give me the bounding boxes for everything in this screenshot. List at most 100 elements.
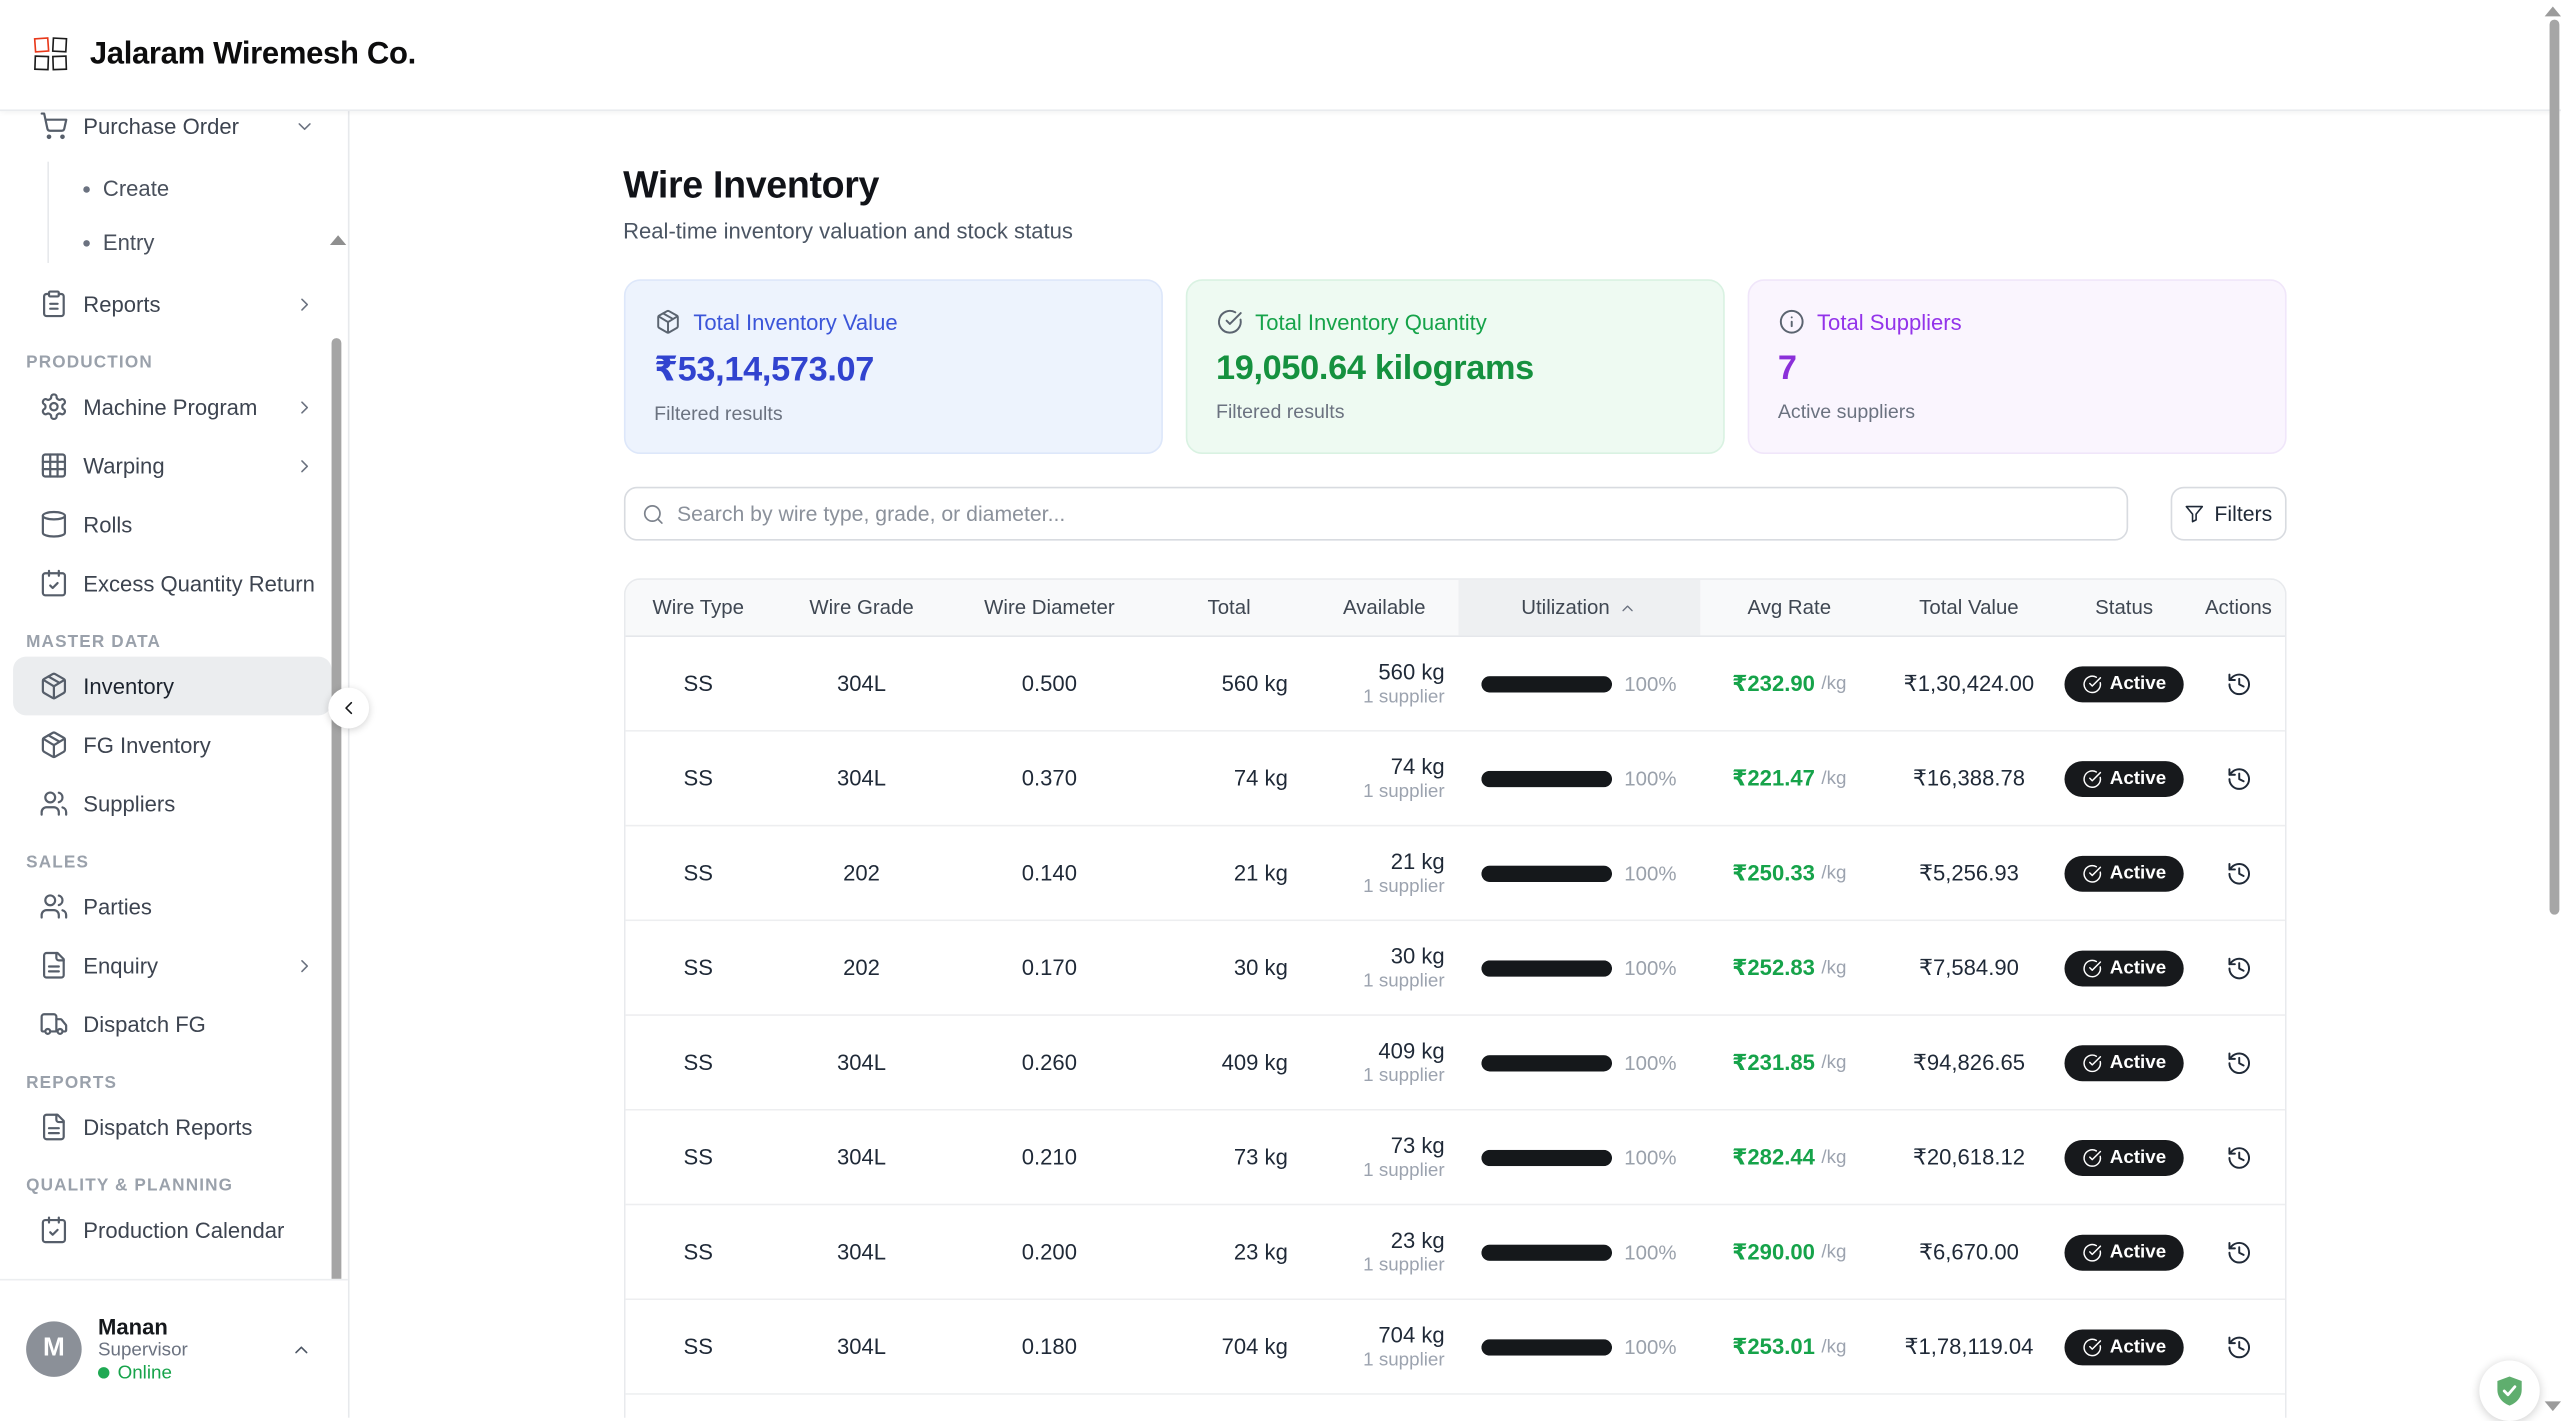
cell-avg-rate: ₹290.00 /kg: [1699, 1239, 1879, 1265]
filters-button[interactable]: Filters: [2170, 487, 2286, 541]
cell-total-value: ₹5,256.93: [1879, 860, 2059, 886]
avg-rate-unit: /kg: [1821, 1147, 1846, 1167]
available-qty: 73 kg: [1391, 1134, 1445, 1158]
history-icon[interactable]: [2225, 955, 2251, 981]
table-row[interactable]: SS 304L 0.180 704 kg 704 kg 1 supplier 1…: [625, 1300, 2284, 1395]
table-row[interactable]: SS 304L 0.200 23 kg 23 kg 1 supplier 100…: [625, 1205, 2284, 1300]
page-scroll-up-arrow[interactable]: [2545, 7, 2561, 17]
cell-wire-diameter: 0.500: [951, 671, 1147, 695]
utilization-bar: [1481, 675, 1612, 691]
table-row[interactable]: SS 304L 0.500 560 kg 560 kg 1 supplier 1…: [625, 637, 2284, 732]
bullet-icon: [83, 239, 90, 246]
sidebar-item-machine-program[interactable]: Machine Program: [13, 377, 331, 436]
sidebar-scrollbar[interactable]: [332, 338, 342, 1369]
sidebar-subitem-entry[interactable]: Entry: [0, 216, 348, 270]
column-header-status[interactable]: Status: [2059, 580, 2190, 636]
sidebar-scroll-up-arrow[interactable]: [330, 235, 346, 245]
sidebar-item-rolls[interactable]: Rolls: [13, 495, 331, 554]
column-header-available[interactable]: Available: [1311, 580, 1458, 636]
user-status: Online: [98, 1362, 291, 1385]
table-header-row: Wire Type Wire Grade Wire DiameterTotalAva…: [625, 580, 2284, 637]
sidebar-item-reports[interactable]: Reports: [13, 274, 331, 333]
history-icon[interactable]: [2225, 670, 2251, 696]
available-qty: 74 kg: [1391, 755, 1445, 779]
history-icon[interactable]: [2225, 1144, 2251, 1170]
history-icon[interactable]: [2225, 1239, 2251, 1265]
sidebar-item-label: Excess Quantity Return: [83, 571, 315, 595]
sidebar-item-parties[interactable]: Parties: [13, 877, 331, 936]
column-header-total[interactable]: Total: [1147, 580, 1310, 636]
cell-utilization: 100%: [1458, 672, 1700, 695]
online-dot-icon: [98, 1368, 109, 1379]
sidebar-item-excess-quantity-return[interactable]: Excess Quantity Return: [13, 554, 331, 613]
sidebar-item-fg-inventory[interactable]: FG Inventory: [13, 715, 331, 774]
history-icon[interactable]: [2225, 765, 2251, 791]
avg-rate-value: ₹221.47: [1732, 765, 1815, 791]
sidebar-item-inventory[interactable]: Inventory: [13, 657, 331, 716]
status-label: Active: [2110, 1242, 2166, 1262]
check-circle-icon: [2082, 863, 2102, 883]
history-icon[interactable]: [2225, 1334, 2251, 1360]
calendar-check-icon: [39, 1215, 68, 1244]
sidebar-item-enquiry[interactable]: Enquiry: [13, 936, 331, 995]
user-profile[interactable]: M Manan Supervisor Online: [0, 1279, 348, 1418]
column-label: Total Value: [1919, 596, 2019, 619]
sidebar-item-production-calendar[interactable]: Production Calendar: [13, 1200, 331, 1259]
column-header-wire-type[interactable]: Wire Type: [625, 580, 772, 636]
sidebar: Purchase OrderCreateEntryReportsPRODUCTI…: [0, 109, 350, 1418]
column-header-total-value[interactable]: Total Value: [1879, 580, 2059, 636]
sidebar-item-purchase-order[interactable]: Purchase Order: [13, 109, 331, 155]
table-row[interactable]: SS 202 0.170 30 kg 30 kg 1 supplier 100%…: [625, 921, 2284, 1016]
cell-avg-rate: ₹253.01 /kg: [1699, 1334, 1879, 1360]
status-badge: Active: [2064, 1329, 2184, 1365]
history-icon[interactable]: [2225, 860, 2251, 886]
cell-status: Active: [2059, 760, 2190, 796]
page-scroll-down-arrow[interactable]: [2545, 1401, 2561, 1411]
check-circle-icon: [1216, 309, 1242, 335]
main-content: Wire Inventory Real-time inventory valua…: [348, 109, 2561, 1418]
sidebar-collapse-button[interactable]: [328, 688, 369, 729]
available-qty: 409 kg: [1378, 1039, 1444, 1063]
avg-rate-unit: /kg: [1821, 1337, 1846, 1357]
cell-avg-rate: ₹282.44 /kg: [1699, 1144, 1879, 1170]
column-header-actions[interactable]: Actions: [2189, 580, 2285, 636]
cell-available: 409 kg 1 supplier: [1311, 1039, 1458, 1086]
sidebar-item-label: Enquiry: [83, 953, 294, 977]
adguard-shield-badge[interactable]: [2479, 1361, 2539, 1421]
sidebar-item-dispatch-fg[interactable]: Dispatch FG: [13, 995, 331, 1054]
table-row[interactable]: SS 304L 0.210 73 kg 73 kg 1 supplier 100…: [625, 1111, 2284, 1206]
cell-avg-rate: ₹250.33 /kg: [1699, 860, 1879, 886]
sidebar-item-suppliers[interactable]: Suppliers: [13, 774, 331, 833]
column-header-avg-rate[interactable]: Avg Rate: [1699, 580, 1879, 636]
supplier-count: 1 supplier: [1363, 1351, 1444, 1371]
table-row[interactable]: PP 304L 0.190 45 kg 45 kg 1 supplier 100…: [625, 1395, 2284, 1418]
cell-actions: [2189, 1239, 2285, 1265]
column-header-wire-grade[interactable]: Wire Grade: [772, 580, 952, 636]
sidebar-item-warping[interactable]: Warping: [13, 436, 331, 495]
user-status-label: Online: [118, 1362, 172, 1385]
sidebar-section-sales: SALES: [26, 853, 348, 877]
sidebar-subitem-create[interactable]: Create: [0, 162, 348, 216]
cell-total: 704 kg: [1147, 1334, 1310, 1358]
column-label: Wire Grade: [809, 596, 913, 619]
cell-wire-grade: 304L: [772, 671, 952, 695]
search-input[interactable]: [674, 488, 2113, 539]
cell-wire-diameter: 0.170: [951, 955, 1147, 979]
table-row[interactable]: SS 304L 0.370 74 kg 74 kg 1 supplier 100…: [625, 732, 2284, 827]
column-label: Status: [2095, 596, 2153, 619]
table-row[interactable]: SS 304L 0.260 409 kg 409 kg 1 supplier 1…: [625, 1016, 2284, 1111]
status-badge: Active: [2064, 1044, 2184, 1080]
cell-wire-type: SS: [625, 1050, 772, 1074]
utilization-bar: [1481, 960, 1612, 976]
cell-total: 409 kg: [1147, 1050, 1310, 1074]
chevron-right-icon: [294, 455, 315, 476]
company-logo-icon: [34, 37, 68, 73]
table-row[interactable]: SS 202 0.140 21 kg 21 kg 1 supplier 100%…: [625, 826, 2284, 921]
sidebar-item-dispatch-reports[interactable]: Dispatch Reports: [13, 1098, 331, 1157]
column-header-utilization[interactable]: Utilization: [1458, 580, 1700, 636]
history-icon[interactable]: [2225, 1049, 2251, 1075]
page-scrollbar[interactable]: [2549, 20, 2559, 915]
column-header-wire-diameter[interactable]: Wire Diameter: [951, 580, 1147, 636]
sidebar-item-label: Rolls: [83, 512, 315, 536]
check-circle-icon: [2082, 1053, 2102, 1073]
